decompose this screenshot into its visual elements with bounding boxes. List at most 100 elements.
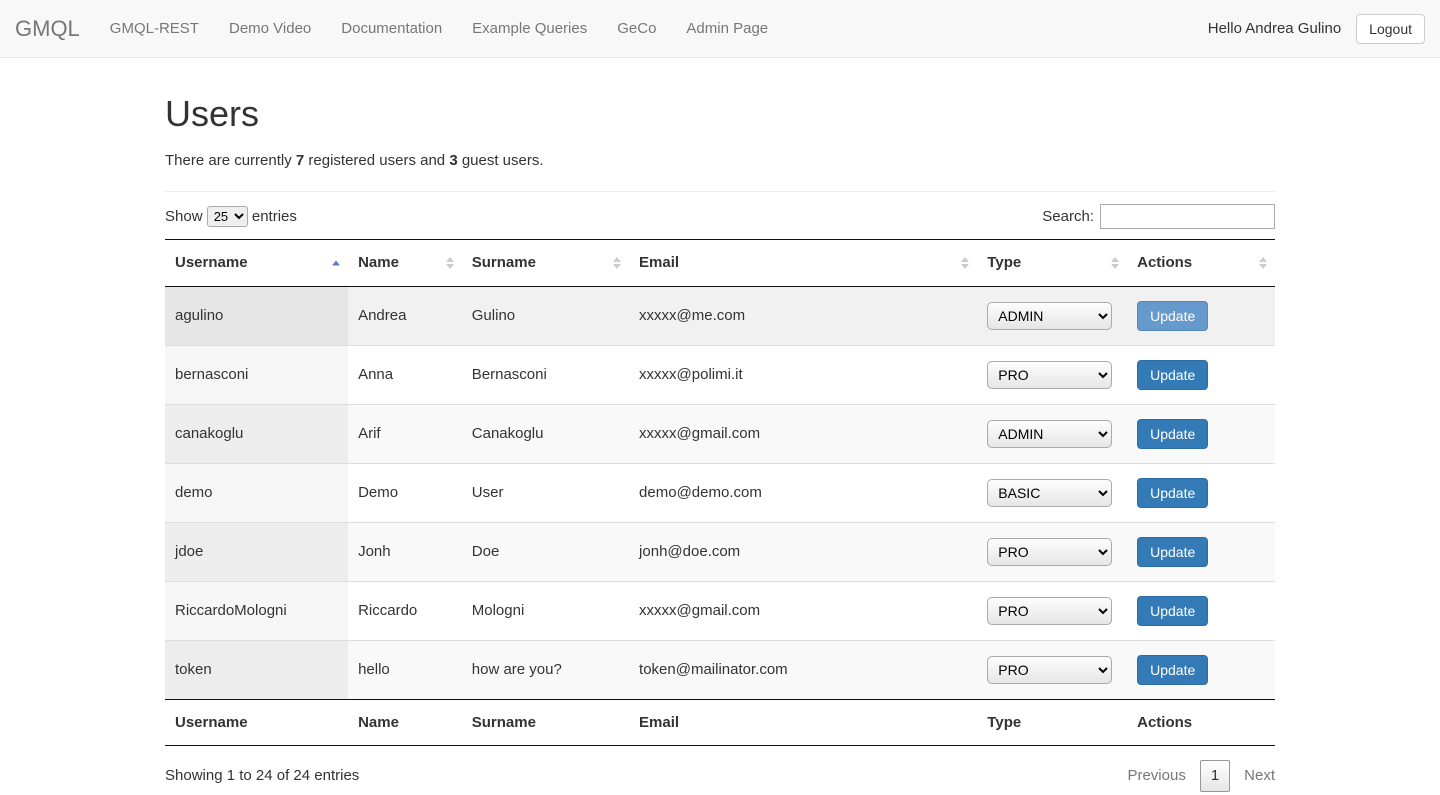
col-footer-actions: Actions — [1127, 699, 1275, 745]
table-head-row: UsernameNameSurnameEmailTypeActions — [165, 240, 1275, 286]
col-footer-surname: Surname — [462, 699, 629, 745]
table-row: RiccardoMologniRiccardoMolognixxxxx@gmai… — [165, 581, 1275, 640]
update-button[interactable]: Update — [1137, 537, 1208, 567]
cell-surname: Mologni — [462, 581, 629, 640]
type-select[interactable]: ADMINPROBASIC — [987, 656, 1112, 684]
cell-actions: Update — [1127, 640, 1275, 699]
cell-name: Demo — [348, 463, 462, 522]
update-button[interactable]: Update — [1137, 478, 1208, 508]
cell-actions: Update — [1127, 345, 1275, 404]
prev-page[interactable]: Previous — [1127, 765, 1185, 786]
table-row: bernasconiAnnaBernasconixxxxx@polimi.it A… — [165, 345, 1275, 404]
page-subtitle: There are currently 7 registered users a… — [165, 150, 1275, 171]
update-button[interactable]: Update — [1137, 360, 1208, 390]
cell-email: jonh@doe.com — [629, 522, 977, 581]
nav-link-gmql-rest[interactable]: GMQL-REST — [95, 3, 214, 54]
length-select[interactable]: 25 — [207, 206, 248, 227]
col-footer-username: Username — [165, 699, 348, 745]
update-button[interactable]: Update — [1137, 419, 1208, 449]
cell-type: ADMINPROBASIC — [977, 581, 1127, 640]
cell-email: xxxxx@gmail.com — [629, 581, 977, 640]
sort-icon — [332, 259, 340, 266]
cell-type: ADMINPROBASIC — [977, 463, 1127, 522]
cell-email: xxxxx@polimi.it — [629, 345, 977, 404]
cell-name: Andrea — [348, 286, 462, 345]
sort-icon — [613, 256, 621, 270]
cell-username: bernasconi — [165, 345, 348, 404]
cell-actions: Update — [1127, 463, 1275, 522]
cell-actions: Update — [1127, 404, 1275, 463]
col-footer-email: Email — [629, 699, 977, 745]
page-number[interactable]: 1 — [1200, 760, 1230, 791]
length-control: Show 25 entries — [165, 206, 297, 227]
cell-surname: User — [462, 463, 629, 522]
sort-icon — [961, 256, 969, 270]
nav-link-documentation[interactable]: Documentation — [326, 3, 457, 54]
cell-username: demo — [165, 463, 348, 522]
col-header-email[interactable]: Email — [629, 240, 977, 286]
cell-actions: Update — [1127, 581, 1275, 640]
cell-username: agulino — [165, 286, 348, 345]
cell-surname: Gulino — [462, 286, 629, 345]
search-input[interactable] — [1100, 204, 1275, 229]
sort-icon — [1111, 256, 1119, 270]
col-header-username[interactable]: Username — [165, 240, 348, 286]
nav-links: GMQL-RESTDemo VideoDocumentationExample … — [95, 3, 783, 54]
type-select[interactable]: ADMINPROBASIC — [987, 361, 1112, 389]
table-row: jdoeJonhDoejonh@doe.com ADMINPROBASIC Upda… — [165, 522, 1275, 581]
cell-username: jdoe — [165, 522, 348, 581]
cell-actions: Update — [1127, 286, 1275, 345]
cell-type: ADMINPROBASIC — [977, 404, 1127, 463]
cell-username: canakoglu — [165, 404, 348, 463]
col-header-surname[interactable]: Surname — [462, 240, 629, 286]
greeting-text: Hello Andrea Gulino — [1208, 18, 1341, 39]
cell-surname: Doe — [462, 522, 629, 581]
col-header-type[interactable]: Type — [977, 240, 1127, 286]
cell-type: ADMINPROBASIC — [977, 522, 1127, 581]
cell-email: xxxxx@me.com — [629, 286, 977, 345]
brand-link[interactable]: GMQL — [15, 0, 95, 57]
cell-surname: how are you? — [462, 640, 629, 699]
update-button[interactable]: Update — [1137, 596, 1208, 626]
logout-button[interactable]: Logout — [1356, 14, 1425, 44]
cell-email: token@mailinator.com — [629, 640, 977, 699]
cell-name: Riccardo — [348, 581, 462, 640]
table-row: tokenhellohow are you?token@mailinator.c… — [165, 640, 1275, 699]
col-header-actions[interactable]: Actions — [1127, 240, 1275, 286]
sort-icon — [446, 256, 454, 270]
update-button[interactable]: Update — [1137, 655, 1208, 685]
search-label: Search: — [1042, 206, 1094, 227]
nav-link-geco[interactable]: GeCo — [602, 3, 671, 54]
cell-name: Jonh — [348, 522, 462, 581]
type-select[interactable]: ADMINPROBASIC — [987, 597, 1112, 625]
cell-username: token — [165, 640, 348, 699]
cell-email: demo@demo.com — [629, 463, 977, 522]
table-row: canakogluArifCanakogluxxxxx@gmail.comADM… — [165, 404, 1275, 463]
cell-type: ADMINPROBASIC — [977, 345, 1127, 404]
table-foot-row: UsernameNameSurnameEmailTypeActions — [165, 699, 1275, 745]
nav-link-example-queries[interactable]: Example Queries — [457, 3, 602, 54]
users-table: UsernameNameSurnameEmailTypeActions agul… — [165, 239, 1275, 746]
next-page[interactable]: Next — [1244, 765, 1275, 786]
type-select[interactable]: ADMINPROBASIC — [987, 479, 1112, 507]
type-select[interactable]: ADMINPROBASIC — [987, 538, 1112, 566]
table-info: Showing 1 to 24 of 24 entries — [165, 765, 359, 786]
col-header-name[interactable]: Name — [348, 240, 462, 286]
cell-actions: Update — [1127, 522, 1275, 581]
cell-name: Arif — [348, 404, 462, 463]
update-button[interactable]: Update — [1137, 301, 1208, 331]
cell-email: xxxxx@gmail.com — [629, 404, 977, 463]
cell-type: ADMINPROBASIC — [977, 286, 1127, 345]
cell-surname: Bernasconi — [462, 345, 629, 404]
navbar: GMQL GMQL-RESTDemo VideoDocumentationExa… — [0, 0, 1440, 58]
type-select[interactable]: ADMINPROBASIC — [987, 420, 1112, 448]
pagination: Previous 1 Next — [1127, 760, 1275, 791]
table-row: demoDemoUserdemo@demo.com ADMINPROBASIC Up… — [165, 463, 1275, 522]
type-select[interactable]: ADMINPROBASIC — [987, 302, 1112, 330]
cell-name: Anna — [348, 345, 462, 404]
page-title: Users — [165, 88, 1275, 139]
nav-link-admin-page[interactable]: Admin Page — [671, 3, 783, 54]
divider — [165, 191, 1275, 192]
nav-link-demo-video[interactable]: Demo Video — [214, 3, 326, 54]
cell-username: RiccardoMologni — [165, 581, 348, 640]
